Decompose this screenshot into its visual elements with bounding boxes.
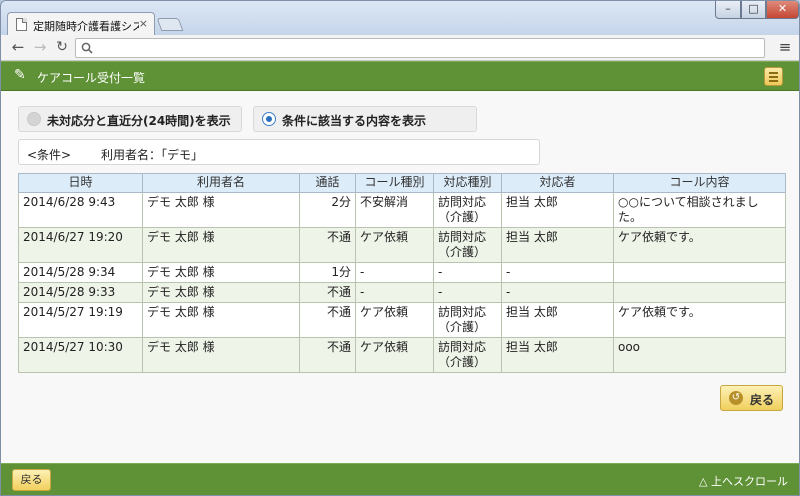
cell-user: デモ 太郎 様 (142, 192, 300, 228)
cell-datetime: 2014/5/28 9:33 (18, 282, 143, 303)
cell-call-type: ケア依頼 (355, 302, 434, 338)
tab-close-icon[interactable]: × (139, 17, 148, 30)
cell-call-content: ケア依頼です。 (613, 302, 786, 338)
column-header-response-type[interactable]: 対応種別 (433, 173, 502, 193)
column-header-call-type[interactable]: コール種別 (355, 173, 434, 193)
main-content: 未対応分と直近分(24時間)を表示 条件に該当する内容を表示 <条件> 利用者名… (1, 91, 799, 463)
cell-call-type: - (355, 282, 434, 303)
forward-arrow-icon[interactable]: → (31, 38, 49, 56)
search-icon (81, 42, 93, 54)
radio-selected-icon[interactable] (262, 112, 276, 126)
cell-call-type: - (355, 262, 434, 283)
filter-condition-label: 条件に該当する内容を表示 (282, 114, 427, 128)
table-row[interactable]: 2014/5/28 9:33 デモ 太郎 様 不通 - - - (18, 282, 786, 303)
cell-call: 2分 (299, 192, 356, 228)
cell-response-type: 訪問対応（介護） (433, 192, 502, 228)
back-arrow-icon[interactable]: ← (9, 38, 27, 56)
footer-back-button[interactable]: 戻る (12, 469, 51, 491)
notepad-icon: ✎ (14, 67, 26, 83)
cell-responder: 担当 太郎 (501, 302, 614, 338)
cell-call: 不通 (299, 282, 356, 303)
cell-call: 1分 (299, 262, 356, 283)
cell-response-type: 訪問対応（介護） (433, 337, 502, 373)
scroll-to-top-link[interactable]: △ 上へスクロール (699, 473, 788, 489)
page-title: ケアコール受付一覧 (37, 71, 146, 85)
cell-call-type: ケア依頼 (355, 227, 434, 263)
cell-call: 不通 (299, 302, 356, 338)
column-header-call-content[interactable]: コール内容 (613, 173, 786, 193)
cell-user: デモ 太郎 様 (142, 262, 300, 283)
cell-datetime: 2014/5/28 9:34 (18, 262, 143, 283)
filter-recent-label: 未対応分と直近分(24時間)を表示 (47, 114, 231, 128)
cell-user: デモ 太郎 様 (142, 282, 300, 303)
condition-label: <条件> (27, 148, 72, 162)
cell-datetime: 2014/5/27 10:30 (18, 337, 143, 373)
cell-datetime: 2014/6/28 9:43 (18, 192, 143, 228)
cell-responder: 担当 太郎 (501, 227, 614, 263)
cell-call-content: ケア依頼です。 (613, 227, 786, 263)
cell-datetime: 2014/5/27 19:19 (18, 302, 143, 338)
cell-call: 不通 (299, 337, 356, 373)
condition-value: 利用者名：「デモ」 (101, 148, 204, 162)
cell-call-content: ○○について相談されました。 (613, 192, 786, 228)
table-row[interactable]: 2014/6/27 19:20 デモ 太郎 様 不通 ケア依頼 訪問対応（介護）… (18, 227, 786, 263)
new-tab-button[interactable] (156, 18, 184, 31)
column-header-responder[interactable]: 対応者 (501, 173, 614, 193)
browser-window: 定期随時介護看護システム × – □ ✕ ← → ↻ ≡ ✎ ケアコール受付一覧… (0, 0, 800, 496)
page-icon (16, 18, 27, 31)
column-header-call[interactable]: 通話 (299, 173, 356, 193)
cell-call-type: ケア依頼 (355, 337, 434, 373)
browser-toolbar: ← → ↻ ≡ (1, 35, 799, 61)
cell-user: デモ 太郎 様 (142, 227, 300, 263)
minimize-button[interactable]: – (715, 1, 741, 19)
close-window-button[interactable]: ✕ (766, 1, 799, 19)
tab-title: 定期随時介護看護システム (33, 20, 139, 33)
cell-user: デモ 太郎 様 (142, 337, 300, 373)
title-bar: 定期随時介護看護システム × – □ ✕ (1, 1, 799, 36)
cell-datetime: 2014/6/27 19:20 (18, 227, 143, 263)
radio-unselected-icon[interactable] (27, 112, 41, 126)
maximize-button[interactable]: □ (741, 1, 766, 19)
cell-call: 不通 (299, 227, 356, 263)
filter-recent-button[interactable]: 未対応分と直近分(24時間)を表示 (18, 106, 242, 132)
filter-condition-button[interactable]: 条件に該当する内容を表示 (253, 106, 477, 132)
hamburger-menu-icon[interactable] (764, 67, 783, 86)
table-row[interactable]: 2014/5/27 19:19 デモ 太郎 様 不通 ケア依頼 訪問対応（介護）… (18, 302, 786, 338)
reload-icon[interactable]: ↻ (53, 38, 71, 56)
address-input[interactable] (96, 40, 756, 56)
column-header-user[interactable]: 利用者名 (142, 173, 300, 193)
cell-responder: - (501, 282, 614, 303)
condition-box: <条件> 利用者名：「デモ」 (18, 139, 540, 165)
browser-menu-icon[interactable]: ≡ (777, 38, 793, 56)
back-button-label: 戻る (750, 393, 775, 407)
cell-responder: - (501, 262, 614, 283)
back-button[interactable]: ↺ 戻る (720, 385, 783, 411)
app-footer: 戻る △ 上へスクロール (1, 463, 799, 495)
browser-tab[interactable]: 定期随時介護看護システム × (7, 12, 155, 36)
cell-response-type: - (433, 282, 502, 303)
cell-response-type: 訪問対応（介護） (433, 227, 502, 263)
table-row[interactable]: 2014/6/28 9:43 デモ 太郎 様 2分 不安解消 訪問対応（介護） … (18, 192, 786, 228)
cell-response-type: - (433, 262, 502, 283)
care-call-table: 日時 利用者名 通話 コール種別 対応種別 対応者 コール内容 2014/6/2… (18, 173, 786, 373)
cell-call-content: ooo (613, 337, 786, 373)
table-row[interactable]: 2014/5/27 10:30 デモ 太郎 様 不通 ケア依頼 訪問対応（介護）… (18, 337, 786, 373)
cell-call-content (613, 282, 786, 303)
cell-responder: 担当 太郎 (501, 192, 614, 228)
table-header-row: 日時 利用者名 通話 コール種別 対応種別 対応者 コール内容 (18, 173, 786, 193)
column-header-datetime[interactable]: 日時 (18, 173, 143, 193)
cell-call-type: 不安解消 (355, 192, 434, 228)
cell-call-content (613, 262, 786, 283)
table-row[interactable]: 2014/5/28 9:34 デモ 太郎 様 1分 - - - (18, 262, 786, 283)
return-arrow-icon: ↺ (729, 391, 743, 405)
cell-response-type: 訪問対応（介護） (433, 302, 502, 338)
app-header: ✎ ケアコール受付一覧 (1, 61, 799, 91)
cell-responder: 担当 太郎 (501, 337, 614, 373)
cell-user: デモ 太郎 様 (142, 302, 300, 338)
address-bar[interactable] (75, 38, 765, 58)
